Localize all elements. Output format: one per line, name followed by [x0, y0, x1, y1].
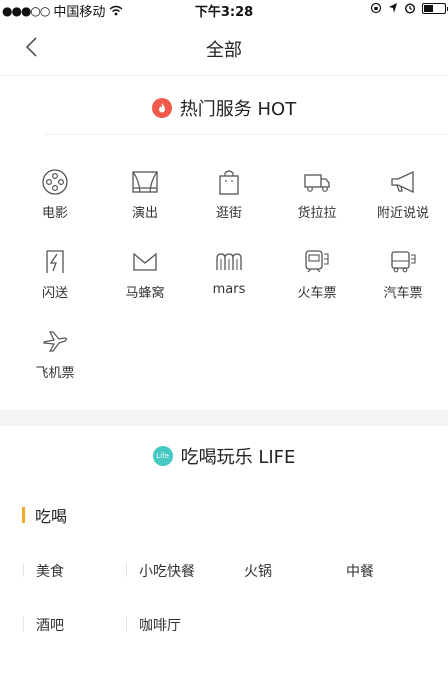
truck-icon: [304, 174, 330, 192]
service-huolala[interactable]: 货拉拉: [272, 168, 362, 230]
service-label: mars: [212, 282, 246, 297]
tag-chinese-food[interactable]: 中餐: [346, 561, 374, 581]
service-label: 附近说说: [376, 206, 429, 221]
service-mars[interactable]: mars: [184, 248, 274, 310]
nav-bar: 全部: [0, 20, 448, 76]
page-title: 全部: [206, 40, 242, 61]
fire-icon: [151, 98, 172, 118]
service-label: 演出: [131, 206, 158, 221]
airplane-icon: [43, 331, 68, 352]
alarm-icon: [404, 3, 416, 14]
service-flight-ticket[interactable]: 飞机票: [10, 328, 100, 390]
service-label: 逛街: [215, 206, 242, 221]
service-label: 飞机票: [35, 366, 75, 381]
service-train-ticket[interactable]: 火车票: [272, 248, 362, 310]
service-mafengwo[interactable]: 马蜂窝: [100, 248, 190, 310]
service-flash-delivery[interactable]: 闪送: [10, 248, 100, 310]
shopping-bag-icon: [219, 170, 239, 195]
tag-cafe[interactable]: 咖啡厅: [139, 615, 181, 635]
life-section-title: 吃喝玩乐 LIFE: [180, 447, 296, 468]
tag-snacks-fastfood[interactable]: 小吃快餐: [139, 561, 195, 581]
mafengwo-icon: [133, 252, 157, 271]
tag-divider: [23, 617, 24, 631]
orientation-lock-icon: [370, 2, 382, 14]
mars-icon: [216, 253, 242, 270]
train-icon: [305, 250, 329, 273]
service-shopping[interactable]: 逛街: [184, 168, 274, 230]
location-icon: [389, 3, 397, 13]
category-title: 吃喝: [35, 507, 68, 526]
life-badge-icon: Life: [152, 446, 173, 466]
service-label: 闪送: [41, 286, 68, 301]
service-bus-ticket[interactable]: 汽车票: [358, 248, 448, 310]
section-separator: [0, 410, 448, 426]
category-header: 吃喝: [22, 503, 67, 527]
service-label: 火车票: [297, 286, 337, 301]
category-accent-bar: [22, 507, 25, 523]
service-label: 汽车票: [383, 286, 423, 301]
hot-section-title: 热门服务 HOT: [179, 99, 297, 120]
service-label: 电影: [41, 206, 68, 221]
status-right: [370, 2, 448, 14]
service-label: 马蜂窝: [125, 286, 165, 301]
service-show[interactable]: 演出: [100, 168, 190, 230]
bus-icon: [391, 251, 416, 273]
life-section-header: Life 吃喝玩乐 LIFE: [0, 443, 448, 469]
tag-divider: [126, 617, 127, 631]
tag-hotpot[interactable]: 火锅: [244, 561, 272, 581]
stage-icon: [132, 171, 158, 193]
battery-icon: [422, 2, 448, 14]
tag-divider: [23, 563, 24, 577]
service-movie[interactable]: 电影: [10, 168, 100, 230]
status-bar: ●●●○○ 中国移动 下午3:28: [0, 0, 448, 20]
service-nearby-posts[interactable]: 附近说说: [358, 168, 448, 230]
lightning-icon: [46, 250, 64, 273]
tag-divider: [126, 563, 127, 577]
service-label: 货拉拉: [297, 206, 337, 221]
tag-food[interactable]: 美食: [36, 561, 64, 581]
hot-section-header: 热门服务 HOT: [0, 95, 448, 121]
tag-bar[interactable]: 酒吧: [36, 615, 64, 635]
megaphone-icon: [391, 170, 414, 194]
film-reel-icon: [42, 169, 68, 195]
section-divider: [44, 134, 448, 135]
